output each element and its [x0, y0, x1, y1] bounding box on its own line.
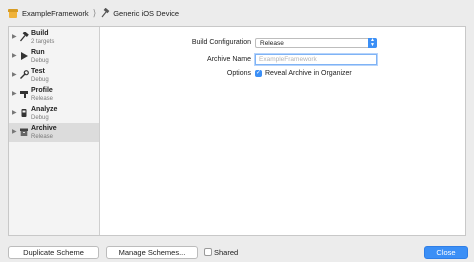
- build-configuration-popup[interactable]: Release ▲ ▼: [255, 38, 377, 48]
- destination-name: Generic iOS Device: [113, 8, 180, 18]
- updown-arrows-icon: ▲ ▼: [368, 38, 377, 48]
- shared-label: Shared: [214, 248, 239, 257]
- close-button[interactable]: Close: [424, 246, 468, 259]
- archive-name-placeholder: ExampleFramework: [259, 56, 317, 63]
- archive-icon: [20, 128, 28, 136]
- sidebar-item-archive[interactable]: ▶ Archive Release: [9, 123, 99, 142]
- sidebar-item-title: Run: [31, 49, 45, 56]
- build-configuration-label: Build Configuration: [191, 39, 251, 46]
- sidebar-item-subtitle: Debug: [31, 115, 49, 121]
- archive-name-label: Archive Name: [207, 56, 251, 63]
- archive-name-field[interactable]: ExampleFramework: [255, 54, 377, 65]
- sidebar-item-subtitle: Release: [31, 96, 54, 102]
- disclosure-triangle-icon[interactable]: ▶: [12, 33, 17, 40]
- sidebar-item-test[interactable]: ▶ Test Debug: [9, 66, 99, 85]
- wrench-icon: [20, 70, 29, 79]
- sidebar-item-title: Test: [31, 68, 45, 75]
- disclosure-triangle-icon[interactable]: ▶: [12, 109, 17, 116]
- sidebar-item-build[interactable]: ▶ Build 2 targets: [9, 28, 99, 47]
- options-label: Options: [226, 70, 251, 77]
- disclosure-triangle-icon[interactable]: ▶: [12, 71, 17, 78]
- build-configuration-value: Release: [260, 40, 284, 47]
- scheme-path-bar: ExampleFramework ⟩ Generic iOS Device: [0, 0, 474, 26]
- sidebar-item-subtitle: Debug: [31, 58, 49, 64]
- hammer-icon: [19, 32, 29, 42]
- sidebar-item-title: Build: [31, 30, 49, 37]
- sidebar-item-subtitle: Release: [31, 134, 54, 140]
- sidebar-item-subtitle: 2 targets: [31, 39, 55, 45]
- toolbox-icon: [8, 8, 18, 18]
- sidebar-item-subtitle: Debug: [31, 77, 49, 83]
- sidebar-item-title: Archive: [31, 125, 57, 132]
- sidebar-item-title: Profile: [31, 87, 53, 94]
- play-icon: [21, 52, 28, 60]
- sidebar-item-title: Analyze: [31, 106, 58, 113]
- disclosure-triangle-icon[interactable]: ▶: [12, 52, 17, 59]
- analyze-icon: [21, 109, 27, 117]
- scheme-name: ExampleFramework: [22, 8, 89, 18]
- action-sidebar: ▶ Build 2 targets ▶ Run Debug ▶ Test Deb…: [9, 27, 100, 235]
- destination-selector[interactable]: Generic iOS Device: [100, 8, 179, 18]
- hammer-icon: [101, 8, 110, 18]
- sidebar-item-run[interactable]: ▶ Run Debug: [9, 47, 99, 66]
- duplicate-scheme-button[interactable]: Duplicate Scheme: [8, 246, 99, 259]
- gauge-icon: [20, 91, 28, 98]
- archive-settings: Build Configuration Release ▲ ▼ Archive N…: [101, 27, 465, 235]
- disclosure-triangle-icon[interactable]: ▶: [12, 90, 17, 97]
- scheme-editor-panel: ▶ Build 2 targets ▶ Run Debug ▶ Test Deb…: [8, 26, 466, 236]
- reveal-archive-label: Reveal Archive in Organizer: [265, 70, 352, 77]
- disclosure-triangle-icon[interactable]: ▶: [12, 128, 17, 135]
- manage-schemes-button[interactable]: Manage Schemes...: [106, 246, 198, 259]
- reveal-archive-checkbox[interactable]: ✓: [255, 70, 262, 77]
- checkmark-icon: ✓: [255, 70, 262, 76]
- sidebar-item-analyze[interactable]: ▶ Analyze Debug: [9, 104, 99, 123]
- sidebar-item-profile[interactable]: ▶ Profile Release: [9, 85, 99, 104]
- scheme-selector[interactable]: ExampleFramework: [8, 8, 89, 18]
- shared-checkbox[interactable]: [204, 248, 212, 256]
- breadcrumb-separator: ⟩: [92, 7, 97, 18]
